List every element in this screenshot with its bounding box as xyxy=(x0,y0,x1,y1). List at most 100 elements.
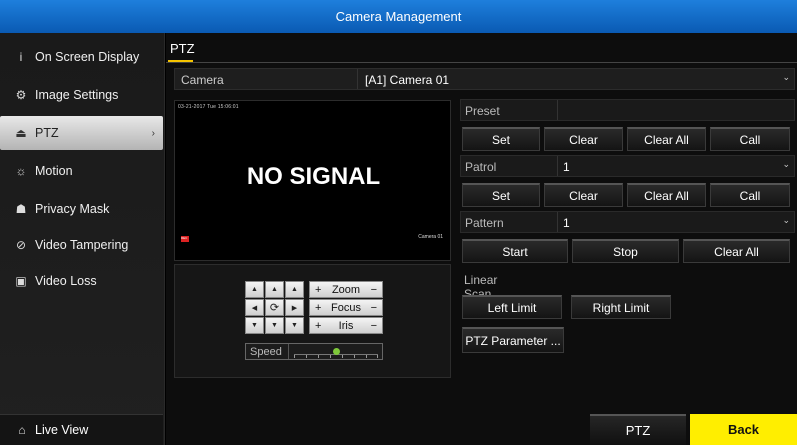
sidebar-item-label: Image Settings xyxy=(35,88,119,102)
chevron-down-icon[interactable]: ⌄ xyxy=(782,72,790,83)
up-right-arrow-button[interactable]: ▲ xyxy=(285,281,304,298)
down-left-arrow-button[interactable]: ▼ xyxy=(245,317,264,334)
sidebar-item-label: PTZ xyxy=(35,126,59,140)
focus-label: Focus xyxy=(331,301,361,314)
speed-tick xyxy=(354,355,355,358)
right-arrow-button[interactable]: ▶ xyxy=(285,299,304,316)
osd-timestamp: 03-21-2017 Tue 15:06:01 xyxy=(178,104,239,110)
preset-label: Preset xyxy=(465,104,500,118)
tab-ptz[interactable]: PTZ xyxy=(170,41,195,56)
speed-tick xyxy=(306,355,307,358)
sidebar-item-video-tampering[interactable]: ⊘ Video Tampering xyxy=(0,228,163,262)
speed-slider-handle[interactable] xyxy=(333,348,340,355)
sidebar-item-label: Video Tampering xyxy=(35,238,129,252)
up-arrow-button[interactable]: ▲ xyxy=(265,281,284,298)
tab-divider xyxy=(166,62,797,63)
divider xyxy=(557,212,558,232)
settings-gear-icon: ⚙ xyxy=(15,88,27,102)
back-button[interactable]: Back xyxy=(690,414,797,445)
ptz-dome-icon: ⏏ xyxy=(15,126,27,140)
home-icon: ⌂ xyxy=(18,423,26,437)
camera-label: Camera xyxy=(181,73,224,87)
patrol-call-button[interactable]: Call xyxy=(710,183,790,207)
pattern-clear-all-button[interactable]: Clear All xyxy=(683,239,790,263)
no-signal-text: NO SIGNAL xyxy=(246,163,381,190)
down-arrow-button[interactable]: ▼ xyxy=(265,317,284,334)
sidebar-item-image-settings[interactable]: ⚙ Image Settings xyxy=(0,78,163,112)
speed-tick xyxy=(318,355,319,358)
sidebar-item-ptz[interactable]: ⏏ PTZ › xyxy=(0,116,163,150)
camera-value: [A1] Camera 01 xyxy=(365,73,450,87)
preset-clear-all-button[interactable]: Clear All xyxy=(627,127,706,151)
info-icon: i xyxy=(19,50,23,64)
chevron-down-icon[interactable]: ⌄ xyxy=(782,159,790,170)
patrol-value: 1 xyxy=(563,160,570,174)
privacy-mask-icon: ☗ xyxy=(15,202,27,216)
patrol-label: Patrol xyxy=(465,160,497,174)
video-preview: 03-21-2017 Tue 15:06:01 NO SIGNAL REC Ca… xyxy=(174,100,451,261)
pattern-select[interactable]: Pattern 1 ⌄ xyxy=(460,211,795,233)
sidebar-item-video-loss[interactable]: ▣ Video Loss xyxy=(0,264,163,298)
left-limit-button[interactable]: Left Limit xyxy=(462,295,562,319)
sidebar-item-motion[interactable]: ☼ Motion xyxy=(0,154,163,188)
sidebar-item-label: Motion xyxy=(35,164,73,178)
pattern-label: Pattern xyxy=(465,216,504,230)
ptz-parameter-button[interactable]: PTZ Parameter ... xyxy=(462,327,564,353)
sidebar-item-privacy-mask[interactable]: ☗ Privacy Mask xyxy=(0,192,163,226)
chevron-right-icon: › xyxy=(151,127,155,139)
sidebar: i On Screen Display ⚙ Image Settings ⏏ P… xyxy=(0,33,165,445)
divider xyxy=(557,100,558,120)
speed-slider[interactable]: Speed xyxy=(245,343,383,360)
chevron-down-icon[interactable]: ⌄ xyxy=(782,215,790,226)
speed-tick xyxy=(294,355,295,358)
patrol-clear-all-button[interactable]: Clear All xyxy=(627,183,706,207)
live-view-button[interactable]: ⌂ Live View xyxy=(0,414,163,445)
iris-control: + Iris − xyxy=(309,317,383,334)
pattern-start-button[interactable]: Start xyxy=(462,239,568,263)
auto-scan-button[interactable]: ⟳ xyxy=(265,299,284,316)
pattern-stop-button[interactable]: Stop xyxy=(572,239,679,263)
preset-call-button[interactable]: Call xyxy=(710,127,790,151)
speed-tick xyxy=(330,355,331,358)
ptz-button[interactable]: PTZ xyxy=(590,414,686,445)
up-left-arrow-button[interactable]: ▲ xyxy=(245,281,264,298)
divider xyxy=(288,344,289,359)
ptz-control-panel: ▲ ▲ ▲ ◀ ⟳ ▶ ▼ ▼ ▼ + Zoom − + Focus − + I… xyxy=(174,264,451,378)
main-panel: PTZ Camera [A1] Camera 01 ⌄ 03-21-2017 T… xyxy=(166,33,797,445)
speed-tick xyxy=(366,355,367,358)
zoom-out-button[interactable]: − xyxy=(371,284,377,296)
window-title: Camera Management xyxy=(0,0,797,33)
sidebar-item-label: Privacy Mask xyxy=(35,202,110,216)
preset-set-button[interactable]: Set xyxy=(462,127,540,151)
down-right-arrow-button[interactable]: ▼ xyxy=(285,317,304,334)
right-limit-button[interactable]: Right Limit xyxy=(571,295,671,319)
patrol-clear-button[interactable]: Clear xyxy=(544,183,623,207)
pattern-value: 1 xyxy=(563,216,570,230)
record-icon: REC xyxy=(181,236,189,242)
motion-icon: ☼ xyxy=(15,164,27,178)
video-loss-icon: ▣ xyxy=(15,274,27,288)
speed-label: Speed xyxy=(250,346,282,358)
live-view-label: Live View xyxy=(35,423,89,437)
divider xyxy=(357,69,358,89)
camera-select[interactable]: Camera [A1] Camera 01 ⌄ xyxy=(174,68,795,90)
video-tampering-icon: ⊘ xyxy=(15,238,27,252)
sidebar-item-label: Video Loss xyxy=(35,274,97,288)
patrol-set-button[interactable]: Set xyxy=(462,183,540,207)
zoom-label: Zoom xyxy=(331,283,361,296)
left-arrow-button[interactable]: ◀ xyxy=(245,299,264,316)
focus-far-button[interactable]: − xyxy=(371,302,377,314)
preset-row: Preset xyxy=(460,99,795,121)
sidebar-item-on-screen-display[interactable]: i On Screen Display xyxy=(0,40,163,74)
direction-pad: ▲ ▲ ▲ ◀ ⟳ ▶ ▼ ▼ ▼ xyxy=(245,281,305,335)
patrol-select[interactable]: Patrol 1 ⌄ xyxy=(460,155,795,177)
divider xyxy=(557,156,558,176)
focus-control: + Focus − xyxy=(309,299,383,316)
preset-clear-button[interactable]: Clear xyxy=(544,127,623,151)
iris-label: Iris xyxy=(338,319,354,332)
zoom-control: + Zoom − xyxy=(309,281,383,298)
iris-close-button[interactable]: − xyxy=(371,320,377,332)
sidebar-item-label: On Screen Display xyxy=(35,50,140,64)
speed-tick xyxy=(377,355,378,358)
speed-tick xyxy=(342,355,343,358)
